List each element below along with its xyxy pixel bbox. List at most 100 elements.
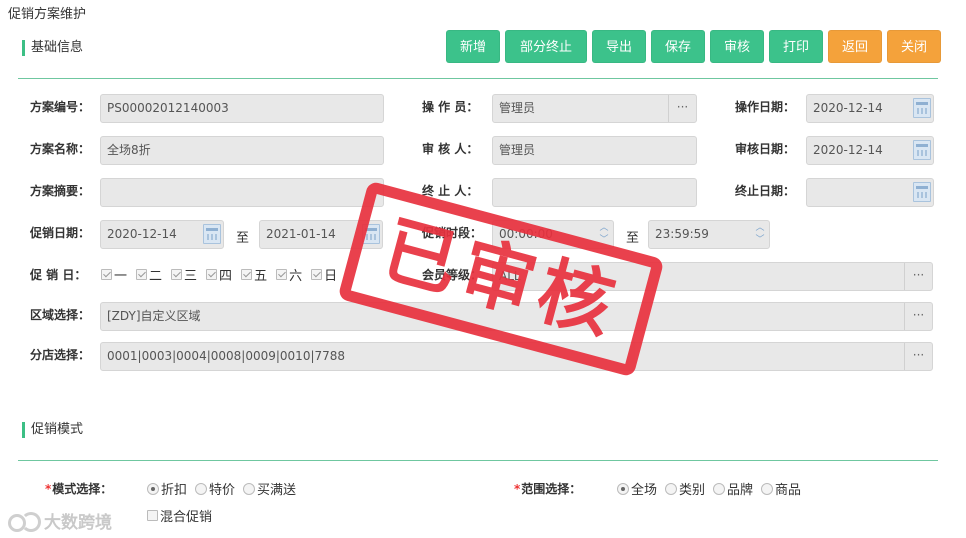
mode-option-buy-gift[interactable]: 买满送 xyxy=(243,479,296,498)
op-date-value: 2020-12-14 xyxy=(813,101,883,115)
ellipsis-icon[interactable]: ··· xyxy=(904,263,932,290)
mode-option-label: 买满送 xyxy=(257,483,297,498)
weekday-label: 四 xyxy=(219,269,233,284)
mixed-promo-option[interactable]: 混合促销 xyxy=(147,506,220,525)
branch-label: 分店选择： xyxy=(30,348,91,362)
review-date-field[interactable]: 2020-12-14 xyxy=(806,136,934,165)
page-title: 促销方案维护 xyxy=(8,7,87,22)
radio-icon[interactable] xyxy=(243,482,256,495)
checkbox-icon[interactable] xyxy=(147,510,158,521)
review-button[interactable]: 审核 xyxy=(710,30,764,63)
radio-icon[interactable] xyxy=(761,482,774,495)
calendar-icon[interactable] xyxy=(913,98,931,118)
end-date-label: 终止日期： xyxy=(735,184,796,198)
weekday-option[interactable]: 日 xyxy=(311,265,337,284)
promo-end-value: 2021-01-14 xyxy=(266,227,336,241)
weekday-option[interactable]: 三 xyxy=(171,265,197,284)
plan-name-field[interactable]: 全场8折 xyxy=(100,136,384,165)
weekday-option[interactable]: 六 xyxy=(276,265,302,284)
to-label-2: 至 xyxy=(626,231,640,246)
export-button[interactable]: 导出 xyxy=(592,30,646,63)
ellipsis-icon[interactable]: ··· xyxy=(668,95,696,122)
radio-icon[interactable] xyxy=(713,482,726,495)
reviewer-field[interactable]: 管理员 xyxy=(492,136,697,165)
operator-label: 操 作 员： xyxy=(422,100,479,114)
weekday-option[interactable]: 四 xyxy=(206,265,232,284)
plan-name-label: 方案名称： xyxy=(30,142,91,156)
save-button[interactable]: 保存 xyxy=(651,30,705,63)
op-date-field[interactable]: 2020-12-14 xyxy=(806,94,934,123)
checkbox-icon[interactable] xyxy=(311,269,323,280)
branch-value: 0001|0003|0004|0008|0009|0010|7788 xyxy=(107,349,346,363)
ellipsis-icon[interactable]: ··· xyxy=(904,303,932,330)
radio-icon[interactable] xyxy=(617,482,629,495)
back-button[interactable]: 返回 xyxy=(828,30,882,63)
weekday-label: 二 xyxy=(149,269,163,284)
calendar-icon[interactable] xyxy=(203,224,221,244)
calendar-icon[interactable] xyxy=(913,140,931,160)
weekday-checkboxes: 一 二 三 四 五 六 日 xyxy=(101,265,337,284)
operator-field[interactable]: 管理员 ··· xyxy=(492,94,697,123)
operator-value: 管理员 xyxy=(499,101,536,115)
promo-start-value: 2020-12-14 xyxy=(107,227,177,241)
reviewer-label: 审 核 人： xyxy=(422,142,479,156)
region-label: 区域选择： xyxy=(30,308,91,322)
scope-option-brand[interactable]: 品牌 xyxy=(713,479,753,498)
scope-radio-group: 全场 类别 品牌 商品 xyxy=(617,479,809,498)
end-date-field[interactable] xyxy=(806,178,934,207)
scope-option-label: 全场 xyxy=(631,483,658,498)
checkbox-icon[interactable] xyxy=(171,269,183,280)
watermark-logo-icon xyxy=(8,511,41,532)
weekday-label: 六 xyxy=(289,269,303,284)
op-date-label: 操作日期： xyxy=(735,100,796,114)
time-end-value: 23:59:59 xyxy=(655,227,709,241)
radio-icon[interactable] xyxy=(147,482,159,495)
section-basic-heading: 基础信息 xyxy=(22,39,83,57)
mode-option-label: 折扣 xyxy=(161,483,188,498)
scope-option-label: 商品 xyxy=(775,483,802,498)
scope-option-all[interactable]: 全场 xyxy=(617,479,657,498)
close-button[interactable]: 关闭 xyxy=(887,30,941,63)
scope-option-label: 品牌 xyxy=(727,483,754,498)
ellipsis-icon[interactable]: ··· xyxy=(904,343,932,370)
add-button[interactable]: 新增 xyxy=(446,30,500,63)
radio-icon[interactable] xyxy=(195,482,208,495)
partial-terminate-button[interactable]: 部分终止 xyxy=(505,30,587,63)
weekday-option[interactable]: 二 xyxy=(136,265,162,284)
calendar-icon[interactable] xyxy=(913,182,931,202)
mode-option-special-price[interactable]: 特价 xyxy=(195,479,235,498)
checkbox-icon[interactable] xyxy=(276,269,288,280)
time-end-field[interactable]: 23:59:59 ︿ ﹀ xyxy=(648,220,770,249)
to-label: 至 xyxy=(236,231,250,246)
weekday-option[interactable]: 一 xyxy=(101,265,127,284)
print-button[interactable]: 打印 xyxy=(769,30,823,63)
checkbox-icon[interactable] xyxy=(101,269,112,280)
spinner-icon[interactable]: ︿ ﹀ xyxy=(753,222,767,247)
scope-option-category[interactable]: 类别 xyxy=(665,479,705,498)
mixed-promo-checkbox[interactable]: 混合促销 xyxy=(147,506,212,525)
summary-field[interactable] xyxy=(100,178,384,207)
mode-label: 模式选择： xyxy=(45,480,112,497)
weekday-label: 一 xyxy=(114,269,128,284)
section-divider xyxy=(18,460,938,461)
checkbox-icon[interactable] xyxy=(241,269,253,280)
plan-no-field[interactable]: PS00002012140003 xyxy=(100,94,384,123)
watermark-text: 大数跨境 xyxy=(44,513,112,533)
terminator-field[interactable] xyxy=(492,178,697,207)
promo-start-field[interactable]: 2020-12-14 xyxy=(100,220,224,249)
plan-no-label: 方案编号： xyxy=(30,100,91,114)
radio-icon[interactable] xyxy=(665,482,678,495)
mixed-promo-label: 混合促销 xyxy=(160,510,213,525)
checkbox-icon[interactable] xyxy=(136,269,148,280)
weekday-label: 三 xyxy=(184,269,198,284)
scope-label: 范围选择： xyxy=(514,480,581,497)
checkbox-icon[interactable] xyxy=(206,269,218,280)
mode-option-discount[interactable]: 折扣 xyxy=(147,479,187,498)
summary-label: 方案摘要： xyxy=(30,184,91,198)
promo-date-label: 促销日期： xyxy=(30,226,91,240)
weekday-option[interactable]: 五 xyxy=(241,265,267,284)
scope-option-product[interactable]: 商品 xyxy=(761,479,801,498)
toolbar: 新增 部分终止 导出 保存 审核 打印 返回 关闭 xyxy=(446,30,941,63)
review-date-label: 审核日期： xyxy=(735,142,796,156)
promo-day-label: 促 销 日： xyxy=(30,268,87,282)
